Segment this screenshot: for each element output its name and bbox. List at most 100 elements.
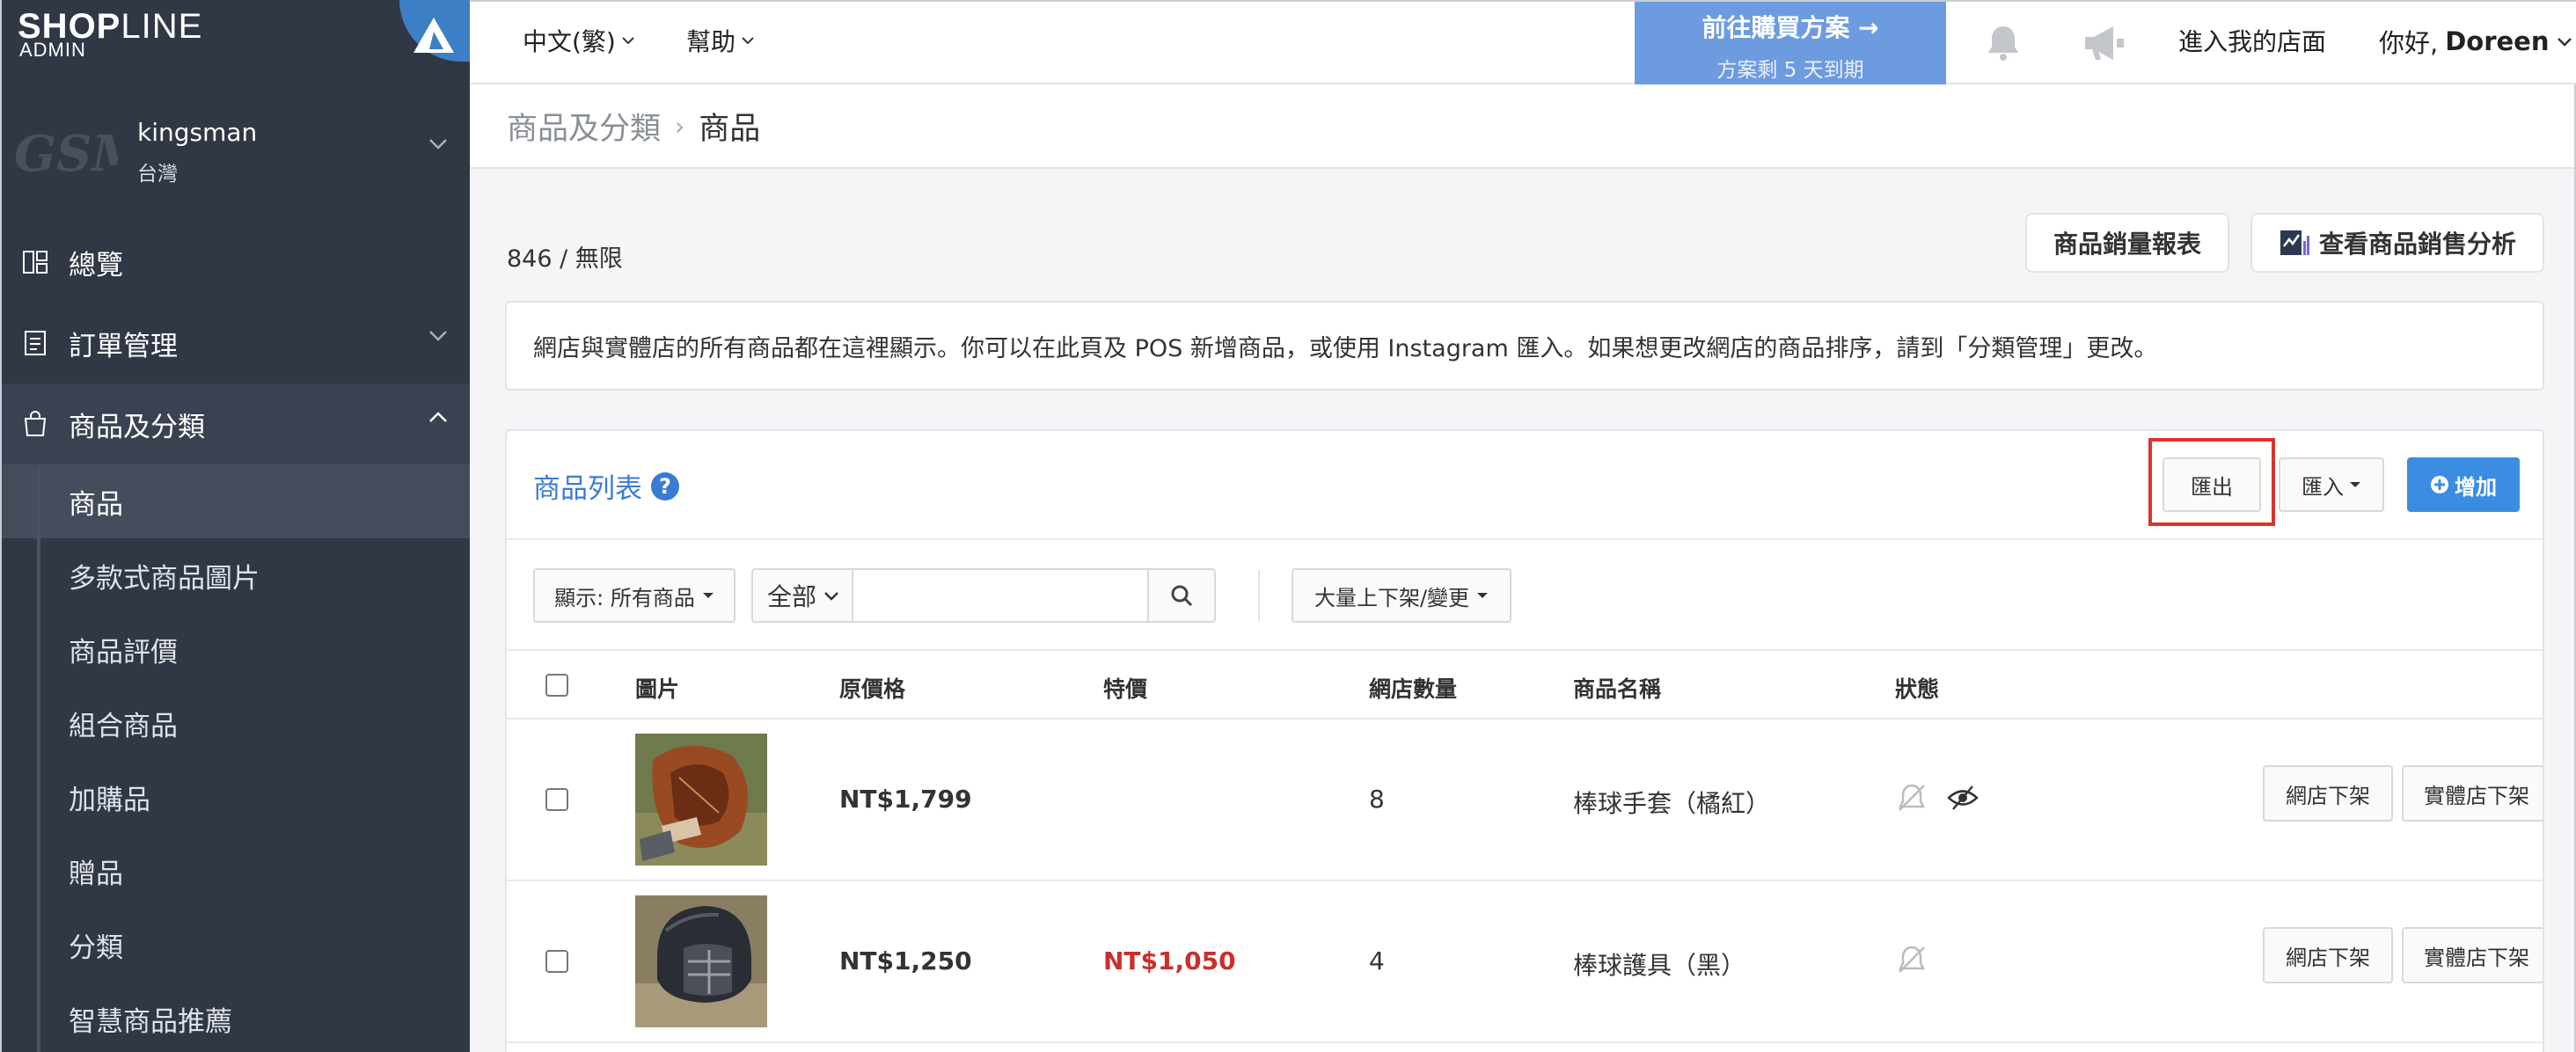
column-image: 圖片 [635,676,680,702]
product-thumbnail[interactable] [635,895,767,1027]
megaphone-icon[interactable] [2080,21,2129,65]
sidebar-subitem-products[interactable]: 商品 [2,464,472,538]
brand-mark-icon [399,0,472,62]
chevron-up-icon [429,412,447,422]
panel-header: 商品列表 ? 匯出 匯入 增加 [507,431,2543,540]
store-avatar: GSM [14,125,118,183]
help-label: 幫助 [686,27,736,56]
bell-icon[interactable] [1981,21,2025,65]
submenu-guide-line [37,464,40,1052]
search-input[interactable] [852,568,1149,623]
bulk-action-label: 大量上下架/變更 [1314,585,1470,610]
language-dropdown[interactable]: 中文(繁) [523,23,635,58]
search-icon [1171,585,1193,607]
column-price[interactable]: 原價格 [839,672,905,704]
import-dropdown[interactable]: 匯入 [2279,457,2384,512]
topbar: 中文(繁) 幫助 前往購買方案 → 方案剩 5 天到期 進入我的店面 你好, D… [470,0,2576,84]
plan-title: 前往購買方案 → [1701,13,1879,42]
caret-down-icon [1477,593,1489,598]
dashboard-icon [19,246,51,278]
store-region: 台灣 [137,163,178,186]
sidebar-item-orders[interactable]: 訂單管理 [2,303,472,384]
plan-expiry: 方案剩 5 天到期 [1716,59,1864,82]
help-icon[interactable]: ? [651,471,679,500]
greeting-label: 你好, [2379,28,2439,58]
sidebar-subitem-reviews[interactable]: 商品評價 [2,612,472,686]
logo-area[interactable]: SHOPLINE ADMIN [2,0,472,84]
sidebar-item-label: 訂單管理 [69,330,178,362]
original-price: NT$1,799 [839,785,972,814]
sidebar-item-label: 商品及分類 [69,411,205,443]
unpublish-online-button[interactable]: 網店下架 [2263,927,2393,983]
store-name: kingsman [137,118,258,147]
table-row[interactable]: NT$1,799 8 棒球手套（橘紅） 網店下架 實體店下架 編輯 [507,720,2543,881]
export-button[interactable]: 匯出 [2163,457,2261,512]
main-content: 商品及分類 › 商品 846 / 無限 商品銷量報表 查看商品銷售分析 網店與實… [470,84,2576,1052]
sidebar-item-products[interactable]: 商品及分類 [2,384,472,464]
divider [1258,570,1260,621]
shopping-bag-icon [19,408,51,440]
sidebar-subitem-variant-images[interactable]: 多款式商品圖片 [2,538,472,612]
notification-off-icon[interactable] [1895,781,1928,815]
column-product-name[interactable]: 商品名稱 [1573,672,1661,704]
unpublish-retail-button[interactable]: 實體店下架 [2402,927,2543,983]
chevron-down-icon [824,592,838,601]
search-button[interactable] [1147,568,1216,623]
sidebar-nav: 總覽 訂單管理 商品及分類 商品 多款式商品圖片 商品評價 組合商品 加購品 贈… [2,222,472,1052]
filter-row: 顯示: 所有商品 全部 大量上下架/變更 [507,540,2543,651]
row-checkbox[interactable] [545,950,568,973]
panel-title-text: 商品列表 [533,473,642,505]
table-row[interactable]: NT$1,250 NT$1,050 4 棒球護具（黑） 網店下架 實體店下架 編… [507,881,2543,1043]
language-label: 中文(繁) [523,27,616,56]
product-count: 846 / 無限 [507,245,623,273]
sidebar-submenu: 商品 多款式商品圖片 商品評價 組合商品 加購品 贈品 分類 智慧商品推薦 [2,464,472,1052]
bulk-action-dropdown[interactable]: 大量上下架/變更 [1292,568,1511,623]
table-header: 圖片 原價格 特價 網店數量 商品名稱 狀態 [507,651,2543,720]
sidebar: SHOPLINE ADMIN GSM kingsman 台灣 總覽 訂單管理 [0,0,472,1052]
display-filter-dropdown[interactable]: 顯示: 所有商品 [533,568,735,623]
notification-off-icon[interactable] [1895,943,1928,976]
user-menu[interactable]: 你好, Doreen [2379,23,2572,60]
column-quantity[interactable]: 網店數量 [1369,672,1457,704]
caret-down-icon [702,593,714,598]
sidebar-subitem-gifts[interactable]: 贈品 [2,834,472,908]
sidebar-item-overview[interactable]: 總覽 [2,222,472,303]
original-price: NT$1,250 [839,946,972,975]
sidebar-subitem-bundles[interactable]: 組合商品 [2,686,472,760]
sidebar-subitem-addons[interactable]: 加購品 [2,760,472,834]
info-notice: 網店與實體店的所有商品都在這裡顯示。你可以在此頁及 POS 新增商品，或使用 I… [505,301,2544,391]
unpublish-retail-button[interactable]: 實體店下架 [2402,765,2543,822]
breadcrumb-separator: › [675,111,685,141]
search-scope-label: 全部 [766,582,816,611]
chevron-down-icon [622,37,634,45]
chevron-down-icon [2557,38,2572,47]
upgrade-plan-button[interactable]: 前往購買方案 → 方案剩 5 天到期 [1635,2,1946,84]
product-name[interactable]: 棒球護具（黑） [1573,946,1745,982]
storefront-link[interactable]: 進入我的店面 [2178,23,2326,58]
product-thumbnail[interactable] [635,734,767,866]
column-status: 狀態 [1895,676,1940,702]
chevron-down-icon [429,139,447,150]
row-checkbox[interactable] [545,788,568,811]
panel-title: 商品列表 ? [533,466,679,506]
display-filter-label: 顯示: 所有商品 [554,585,695,610]
product-name[interactable]: 棒球手套（橘紅） [1573,785,1770,820]
search-scope-dropdown[interactable]: 全部 [751,568,855,623]
breadcrumb-parent[interactable]: 商品及分類 [507,104,661,149]
sales-analysis-button[interactable]: 查看商品銷售分析 [2250,213,2544,273]
stock-quantity: 8 [1369,785,1385,814]
import-label: 匯入 [2302,474,2344,500]
store-switcher[interactable]: GSM kingsman 台灣 [2,99,472,208]
help-dropdown[interactable]: 幫助 [686,23,755,58]
unpublish-online-button[interactable]: 網店下架 [2263,765,2393,822]
sidebar-subitem-recommendations[interactable]: 智慧商品推薦 [2,982,472,1052]
sidebar-subitem-categories[interactable]: 分類 [2,908,472,982]
sale-price: NT$1,050 [1103,946,1236,975]
eye-slash-icon[interactable] [1946,781,1980,815]
plus-circle-icon [2431,476,2448,493]
sales-analysis-label: 查看商品銷售分析 [2318,230,2516,259]
sales-report-button[interactable]: 商品銷量報表 [2025,213,2229,273]
add-product-button[interactable]: 增加 [2407,457,2520,512]
select-all-checkbox[interactable] [545,674,568,697]
column-sale-price[interactable]: 特價 [1103,672,1147,704]
